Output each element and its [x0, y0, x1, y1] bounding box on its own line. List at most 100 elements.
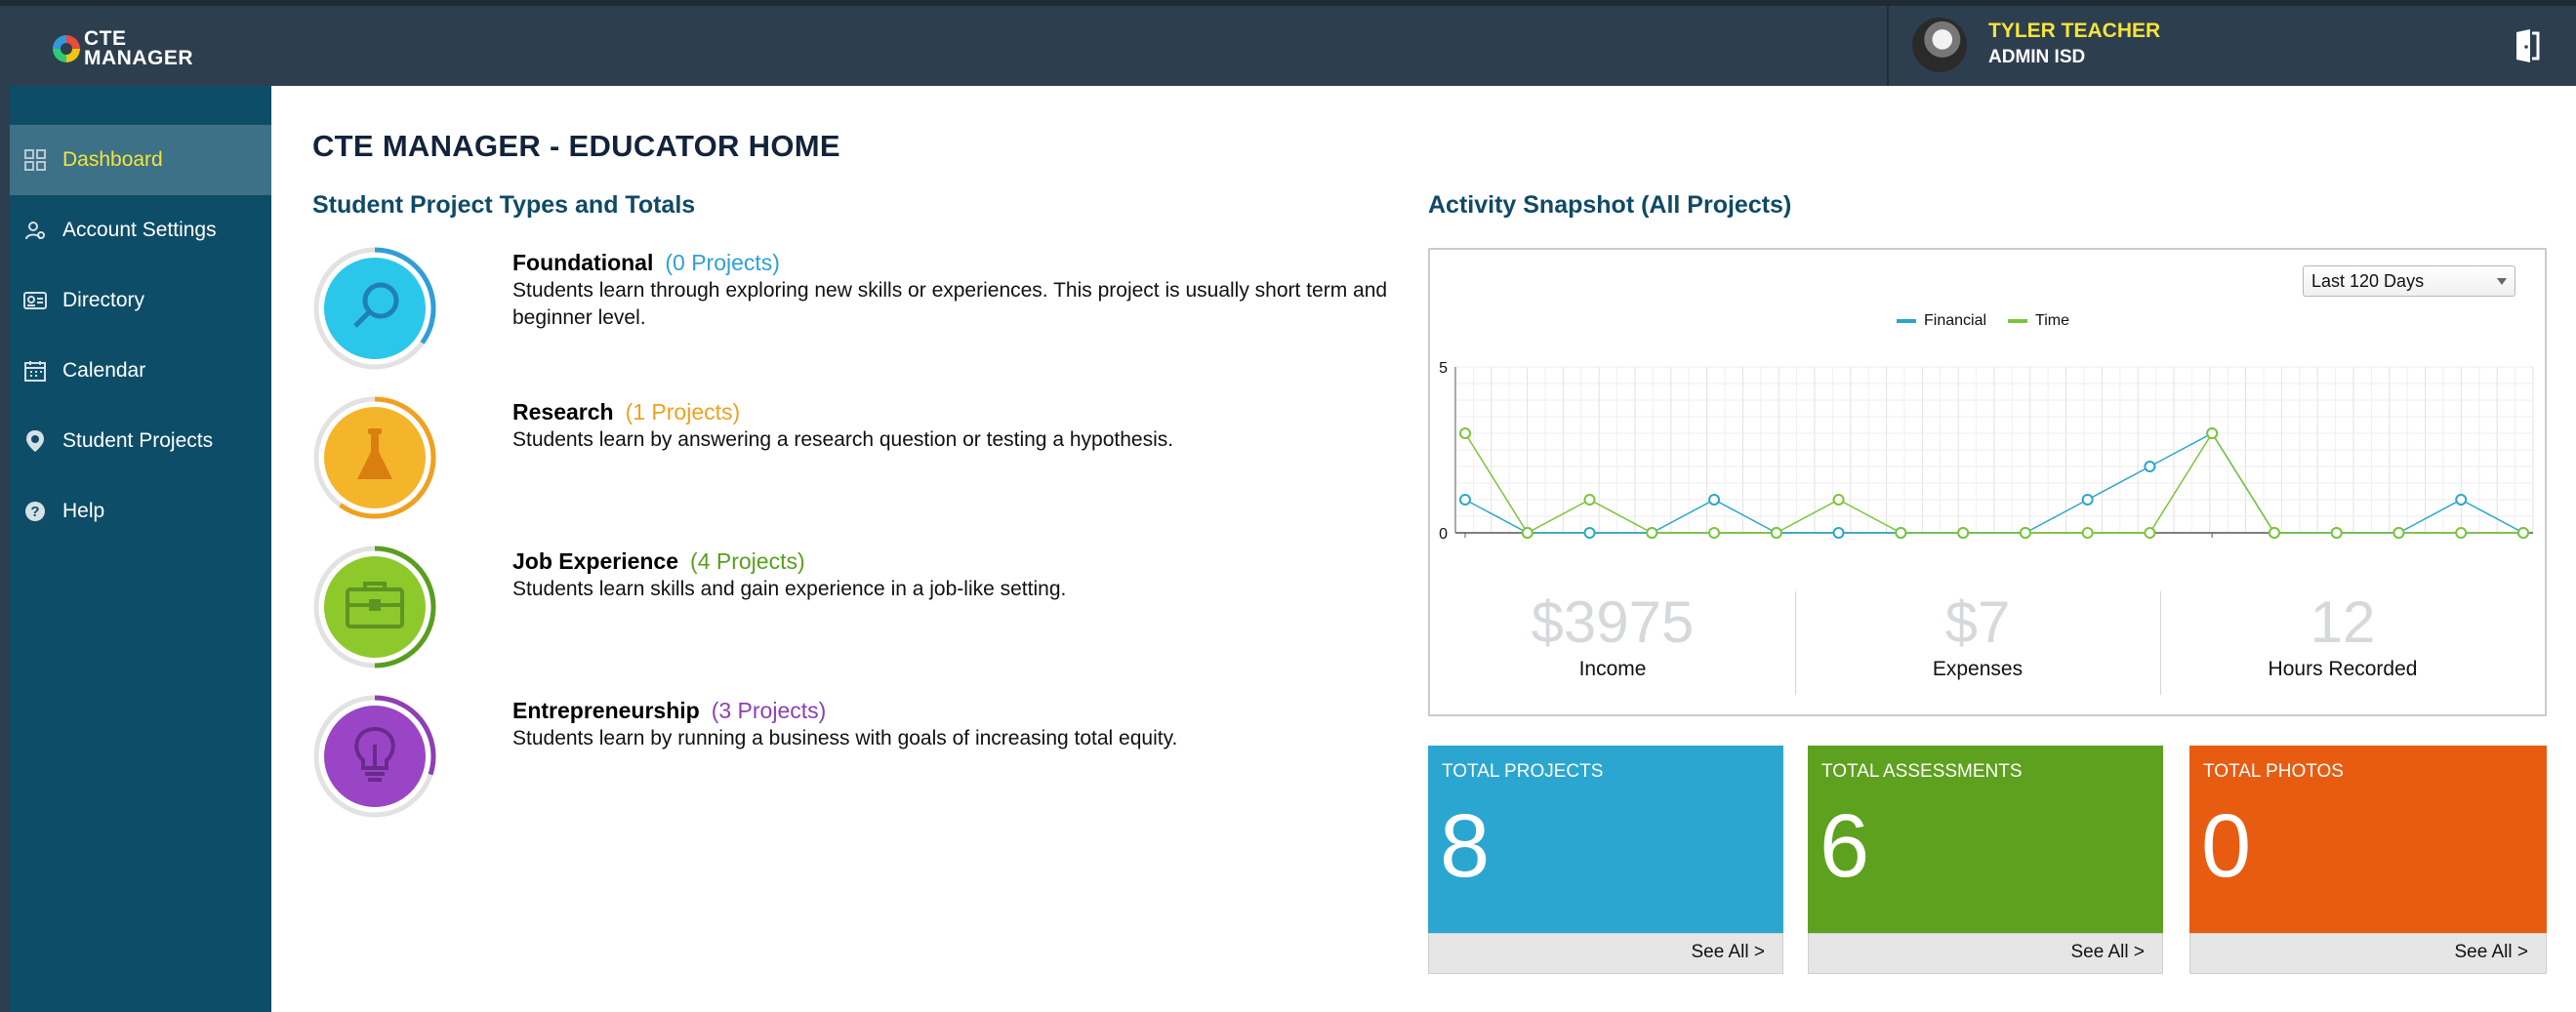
sidebar-item-label: Directory [62, 289, 145, 311]
foundational-ring [313, 247, 436, 370]
stat-value: 12 [2310, 589, 2376, 655]
sidebar-nav: Dashboard Account Settings Directory Cal… [10, 125, 271, 546]
calendar-icon [23, 359, 47, 383]
legend-label: Financial [1924, 312, 1987, 329]
see-all-link[interactable]: See All > [1691, 942, 1765, 963]
logo-line-1: CTE [84, 27, 127, 50]
tile-value: 0 [2201, 796, 2252, 896]
sidebar-item-calendar[interactable]: Calendar [10, 336, 271, 406]
logout-icon[interactable] [2515, 29, 2540, 62]
project-type-name: Foundational (0 Projects) [512, 250, 780, 275]
data-point-time [1708, 527, 1721, 539]
app-window: CTE MANAGER TYLER TEACHER ADMIN ISD Dash [0, 0, 2576, 1012]
data-point-time [2206, 427, 2219, 439]
data-point-time [2392, 527, 2405, 539]
tile-footer: See All > [1808, 933, 2163, 974]
total-projects-tile[interactable]: TOTAL PROJECTS 8 See All > [1428, 746, 1783, 974]
entrepreneurship-ring [313, 695, 436, 818]
data-point-time [1583, 494, 1596, 506]
page-title: CTE MANAGER - EDUCATOR HOME [312, 129, 840, 163]
project-types-heading: Student Project Types and Totals [312, 191, 696, 219]
tile-footer: See All > [1428, 933, 1783, 974]
data-point-time [1957, 527, 1970, 539]
data-point-time [1770, 527, 1782, 539]
sidebar-item-label: Student Projects [62, 429, 214, 452]
app-logo[interactable]: CTE MANAGER [53, 27, 199, 74]
data-point-time [2144, 527, 2156, 539]
user-menu[interactable]: TYLER TEACHER ADMIN ISD [1887, 6, 2576, 86]
data-point-financial [2081, 494, 2094, 506]
data-point-time [1895, 527, 1907, 539]
sidebar-item-directory[interactable]: Directory [10, 265, 271, 336]
tile-footer: See All > [2189, 933, 2547, 974]
data-point-time [2081, 527, 2094, 539]
project-type-foundational[interactable]: Foundational (0 Projects) Students learn … [312, 246, 1387, 383]
project-type-research[interactable]: Research (1 Projects) Students learn by a… [312, 395, 1386, 532]
frame-edge [0, 86, 10, 1012]
project-type-name: Entrepreneurship (3 Projects) [512, 698, 827, 723]
stat-caption: Expenses [1932, 658, 2024, 680]
project-type-name: Research (1 Projects) [512, 399, 741, 425]
legend-swatch [2008, 319, 2028, 323]
project-type-count[interactable]: (0 Projects) [665, 250, 780, 275]
logo-line-2: MANAGER [84, 47, 193, 69]
project-type-description: Students learn by answering a research q… [512, 428, 1174, 451]
stat-hours: 12 Hours Recorded [2160, 591, 2525, 681]
job-experience-ring [313, 546, 436, 668]
sidebar-item-help[interactable]: ? Help [10, 476, 271, 546]
project-type-job-experience[interactable]: Job Experience (4 Projects) Students lear… [312, 545, 1386, 681]
project-type-count[interactable]: (3 Projects) [712, 698, 827, 723]
svg-text:?: ? [30, 504, 39, 520]
stat-caption: Income [1578, 658, 1647, 680]
data-point-time [2268, 527, 2280, 539]
legend-label: Time [2035, 312, 2069, 329]
project-type-entrepreneurship[interactable]: Entrepreneurship (3 Projects) Students le… [312, 694, 1386, 830]
sidebar-item-label: Dashboard [62, 148, 163, 171]
project-pin-icon [23, 429, 47, 453]
legend-swatch [1897, 319, 1916, 323]
main-content: CTE MANAGER - EDUCATOR HOME Student Proj… [271, 86, 2576, 1012]
date-range-value: Last 120 Days [2311, 271, 2425, 291]
data-point-time [2517, 527, 2529, 539]
stat-value: $3975 [1531, 589, 1695, 655]
activity-heading: Activity Snapshot (All Projects) [1428, 191, 1792, 219]
data-point-financial [1459, 494, 1471, 506]
sidebar-item-label: Help [62, 500, 105, 522]
user-name: TYLER TEACHER [1988, 20, 2161, 42]
legend-item-time[interactable]: Time [2008, 312, 2069, 330]
project-type-count[interactable]: (1 Projects) [626, 399, 741, 425]
data-point-financial [2455, 494, 2468, 506]
data-point-time [1646, 527, 1658, 539]
chart-legend: Financial Time [1897, 312, 2069, 330]
tile-title: TOTAL PHOTOS [2203, 761, 2344, 782]
project-type-count[interactable]: (4 Projects) [690, 548, 805, 574]
stat-income: $3975 Income [1430, 591, 1795, 681]
data-point-time [2455, 527, 2468, 539]
data-point-time [1832, 494, 1845, 506]
project-type-description: Students learn through exploring new ski… [512, 279, 1388, 329]
tile-value: 8 [1440, 796, 1491, 896]
total-photos-tile[interactable]: TOTAL PHOTOS 0 See All > [2189, 746, 2547, 974]
legend-item-financial[interactable]: Financial [1897, 312, 1986, 330]
see-all-link[interactable]: See All > [2070, 942, 2145, 963]
total-assessments-tile[interactable]: TOTAL ASSESSMENTS 6 See All > [1808, 746, 2163, 974]
stat-value: $7 [1944, 589, 2011, 655]
see-all-link[interactable]: See All > [2454, 942, 2528, 963]
y-tick-label: 0 [1439, 526, 1448, 543]
project-type-name: Job Experience (4 Projects) [512, 548, 805, 574]
data-point-financial [2144, 461, 2156, 472]
logo-text: CTE MANAGER [84, 27, 193, 69]
date-range-select[interactable]: Last 120 Days [2303, 265, 2515, 297]
sidebar-item-dashboard[interactable]: Dashboard [10, 125, 271, 195]
tile-title: TOTAL ASSESSMENTS [1821, 761, 2023, 782]
data-point-financial [1708, 494, 1721, 506]
sidebar-item-student-projects[interactable]: Student Projects [10, 406, 271, 476]
logo-mark-icon [53, 35, 80, 62]
chevron-down-icon [2497, 278, 2507, 285]
project-type-description: Students learn by running a business wit… [512, 727, 1178, 749]
sidebar: Dashboard Account Settings Directory Cal… [10, 86, 271, 1012]
sidebar-item-label: Account Settings [62, 219, 217, 241]
data-point-time [2330, 527, 2343, 539]
sidebar-item-account-settings[interactable]: Account Settings [10, 195, 271, 265]
avatar[interactable] [1912, 18, 1967, 72]
